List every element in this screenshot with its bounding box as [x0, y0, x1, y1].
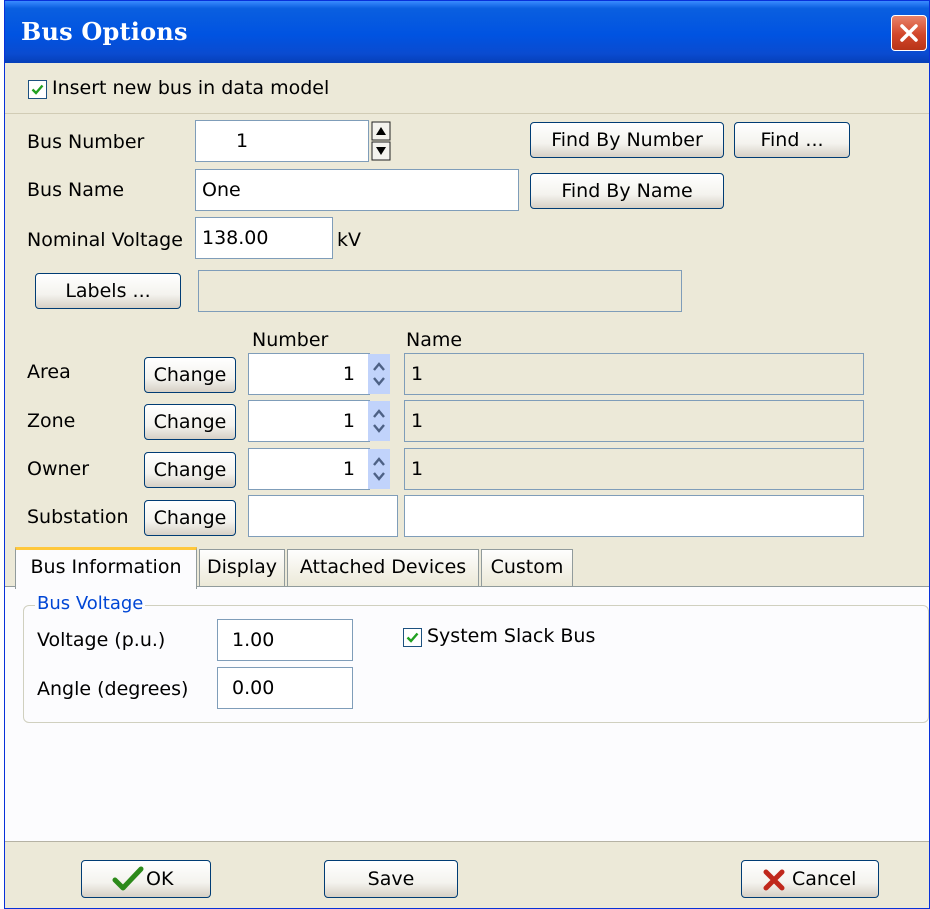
close-icon	[900, 24, 918, 42]
tab-bus-information[interactable]: Bus Information	[15, 547, 197, 589]
ok-button-label: OK	[146, 868, 174, 890]
owner-number-field[interactable]: 1	[248, 448, 370, 490]
bus-options-dialog: Bus Options Insert new bus in data model…	[4, 0, 930, 909]
bus-name-label: Bus Name	[27, 179, 125, 201]
voltage-pu-field[interactable]: 1.00	[217, 619, 353, 661]
insert-new-bus-label: Insert new bus in data model	[52, 77, 330, 99]
green-check-icon	[112, 866, 144, 891]
bus-voltage-group	[23, 605, 929, 723]
owner-name-field: 1	[404, 448, 864, 490]
change-owner-button[interactable]: Change	[144, 452, 236, 488]
insert-new-bus-checkbox[interactable]	[28, 80, 47, 99]
change-substation-button[interactable]: Change	[144, 500, 236, 536]
labels-button[interactable]: Labels ...	[35, 273, 181, 309]
labels-field	[198, 270, 682, 312]
find-by-name-button[interactable]: Find By Name	[530, 173, 724, 209]
close-button[interactable]	[891, 15, 927, 51]
cancel-button-label: Cancel	[792, 868, 857, 890]
owner-number-spinner[interactable]	[368, 449, 390, 489]
red-x-icon	[763, 869, 785, 891]
tab-display[interactable]: Display	[199, 549, 285, 586]
tab-attached-devices[interactable]: Attached Devices	[287, 549, 479, 586]
change-area-button[interactable]: Change	[144, 357, 236, 393]
bus-name-field[interactable]: One	[195, 169, 519, 211]
cancel-button[interactable]: Cancel	[741, 860, 879, 898]
save-button[interactable]: Save	[324, 860, 458, 898]
bus-number-field[interactable]: 1	[195, 120, 369, 162]
substation-number-field[interactable]	[248, 495, 398, 537]
spinner-updown-icon	[371, 121, 391, 161]
dialog-body: Insert new bus in data model Bus Number …	[5, 63, 929, 908]
substation-name-field[interactable]	[404, 495, 864, 537]
angle-degrees-label: Angle (degrees)	[37, 678, 189, 700]
checkmark-icon	[406, 632, 419, 643]
zone-number-field[interactable]: 1	[248, 400, 370, 442]
ok-button[interactable]: OK	[81, 860, 211, 898]
area-number-spinner[interactable]	[368, 354, 390, 394]
divider	[5, 113, 929, 114]
column-header-number: Number	[252, 329, 329, 351]
owner-label: Owner	[27, 458, 90, 480]
system-slack-bus-label: System Slack Bus	[427, 625, 596, 647]
zone-name-field: 1	[404, 400, 864, 442]
column-header-name: Name	[406, 329, 463, 351]
bus-number-spinner[interactable]	[371, 121, 391, 161]
nominal-voltage-field[interactable]: 138.00	[195, 217, 333, 259]
spinner-updown-icon	[368, 449, 390, 489]
tab-custom[interactable]: Custom	[481, 549, 573, 586]
angle-degrees-field[interactable]: 0.00	[217, 667, 353, 709]
spinner-updown-icon	[368, 401, 390, 441]
voltage-pu-label: Voltage (p.u.)	[37, 629, 166, 651]
kv-unit-label: kV	[337, 229, 362, 251]
find-by-number-button[interactable]: Find By Number	[530, 122, 724, 158]
zone-label: Zone	[27, 410, 76, 432]
nominal-voltage-label: Nominal Voltage	[27, 229, 183, 251]
window-title: Bus Options	[21, 17, 188, 46]
bus-voltage-group-title: Bus Voltage	[35, 593, 146, 614]
change-zone-button[interactable]: Change	[144, 404, 236, 440]
bus-number-label: Bus Number	[27, 131, 145, 153]
area-name-field: 1	[404, 353, 864, 395]
spinner-updown-icon	[368, 354, 390, 394]
area-number-field[interactable]: 1	[248, 353, 370, 395]
area-label: Area	[27, 361, 71, 383]
zone-number-spinner[interactable]	[368, 401, 390, 441]
substation-label: Substation	[27, 506, 129, 528]
system-slack-bus-checkbox[interactable]	[403, 628, 422, 647]
find-button[interactable]: Find ...	[734, 122, 850, 158]
checkmark-icon	[31, 84, 44, 95]
